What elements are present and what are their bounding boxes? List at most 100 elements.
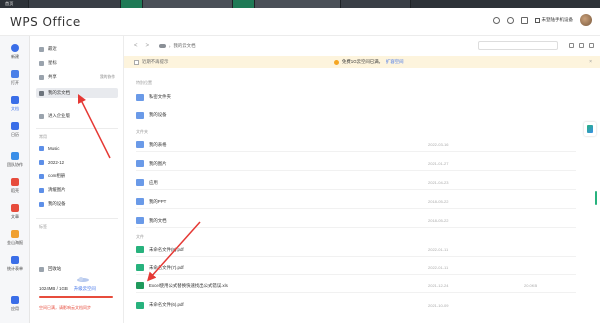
spreadsheet-icon [136, 282, 144, 289]
sync-icon[interactable] [492, 16, 500, 24]
tab-7[interactable] [410, 0, 490, 8]
list-item[interactable]: 我的表格 2022-03-16 [136, 138, 576, 152]
rail-label: 金山海报 [7, 240, 23, 245]
rail-calendar[interactable]: 日历 [0, 122, 30, 138]
forward-button[interactable]: > [146, 43, 150, 49]
device-link[interactable]: 未登陆手机设备 [534, 17, 574, 23]
upgrade-link[interactable]: 升级云空间 [74, 286, 96, 292]
upload-icon[interactable] [589, 43, 594, 48]
folder-icon [136, 198, 144, 205]
tab-6[interactable] [340, 0, 410, 8]
item-date: 2022-01-11 [428, 265, 449, 270]
item-name: 未命名文件(7).pdf [149, 264, 184, 270]
sidebar-item-label: 我的云文档 [48, 90, 70, 95]
filter-icon[interactable] [569, 43, 574, 48]
divider [36, 128, 118, 129]
folder-icon [39, 187, 44, 193]
rail-label: 稻壳 [11, 188, 19, 193]
list-item[interactable]: 我的PPT 2018-05-22 [136, 195, 576, 209]
sidebar-item-label: 回收站 [48, 266, 62, 271]
cloud-icon [159, 44, 167, 48]
sidebar-folder[interactable]: 2022-12 [36, 157, 118, 167]
item-name: 私密文件夹 [149, 94, 171, 99]
sidebar-folder[interactable]: 我的设备 [36, 199, 118, 209]
sidebar-item-recent[interactable]: 最近 [36, 44, 118, 54]
folder-icon [136, 160, 144, 167]
clock-icon [39, 46, 44, 52]
poster-icon [11, 230, 19, 238]
pdf-icon [136, 301, 144, 309]
list-item[interactable]: Excel使用公式替换快速找出公式错误.xls 2021-12-24 20.0K… [136, 279, 576, 293]
rail-open[interactable]: 打开 [0, 70, 30, 86]
section-common: 常用 [39, 134, 47, 139]
list-item[interactable]: 未命名文件(7).pdf 2022-01-11 [136, 261, 576, 275]
sidebar-item-enterprise[interactable]: 进入企业版 [36, 111, 118, 121]
sidebar-item-cloud[interactable]: 我的云文档 [36, 88, 118, 98]
breadcrumb-item[interactable]: 我的云文档 [174, 43, 196, 49]
header-actions: 未登陆手机设备 [492, 14, 592, 26]
folder-icon [136, 179, 144, 186]
folder-icon [39, 145, 44, 151]
settings-icon[interactable] [520, 16, 528, 24]
sidebar-item-label: 最近 [48, 46, 57, 51]
scrollbar[interactable] [595, 191, 597, 205]
sidebar-item-recycle[interactable]: 回收站 [36, 264, 118, 274]
tab-4[interactable] [232, 0, 254, 8]
skin-icon[interactable] [506, 16, 514, 24]
tab-5[interactable] [254, 0, 340, 8]
floating-app-icon[interactable] [584, 122, 596, 136]
list-view-icon[interactable] [579, 43, 584, 48]
phone-icon [534, 17, 540, 23]
form-icon [11, 256, 19, 264]
rail-new[interactable]: 新建 [0, 44, 30, 60]
dont-remind-checkbox[interactable] [134, 59, 139, 65]
sidebar-folder[interactable]: com相册 [36, 171, 118, 181]
rail-article[interactable]: 文章 [0, 204, 30, 220]
sidebar-item-sub[interactable]: 我的协作 [100, 75, 118, 80]
expand-space-link[interactable]: 扩容空间 [386, 59, 404, 65]
back-button[interactable]: < [134, 43, 138, 49]
tab-3[interactable] [142, 0, 232, 8]
avatar[interactable] [580, 14, 592, 26]
close-icon[interactable]: × [589, 59, 592, 65]
list-item[interactable]: 我的文档 2018-05-22 [136, 214, 576, 228]
section-tags: 标签 [39, 224, 47, 229]
item-date: 2021-10-09 [428, 302, 449, 308]
list-item[interactable]: 我的图片 2021-01-27 [136, 157, 576, 171]
folder-icon [39, 159, 44, 165]
home-tab[interactable]: 首页 [0, 1, 28, 7]
main-panel: < > › 我的云文档 近期不再提示 免费1G云空间已满， 扩容空间 × 特别位… [124, 36, 600, 323]
list-item[interactable]: 私密文件夹 [136, 90, 576, 104]
sidebar-folder[interactable]: Music [36, 143, 118, 153]
rail-docer[interactable]: 稻壳 [0, 178, 30, 194]
list-item[interactable]: 我的设备 [136, 108, 576, 122]
sidebar-item-shared[interactable]: 共享 我的协作 [36, 72, 118, 82]
list-item[interactable]: 应用 2021-04-23 [136, 176, 576, 190]
banner-text: 免费1G云空间已满， [342, 59, 383, 64]
sidebar-folder[interactable]: 清缓图片 [36, 185, 118, 195]
device-link-label: 未登陆手机设备 [541, 17, 574, 22]
storage-used: 1024MB / 1GB [39, 286, 68, 291]
rail-form[interactable]: 统计表单 [0, 256, 30, 272]
rail-label: 文档 [11, 106, 19, 111]
tab-1[interactable] [28, 0, 120, 8]
list-item[interactable]: 未命名文件(6).pdf 2021-10-09 [136, 298, 576, 312]
pdf-icon [136, 264, 144, 271]
storage-info: 1024MB / 1GB 升级云空间 [39, 286, 96, 292]
item-name: 我的设备 [149, 112, 167, 117]
rail-docs[interactable]: 文档 [0, 96, 30, 112]
item-name: 我的PPT [149, 198, 167, 204]
sidebar-item-star[interactable]: 星标 [36, 58, 118, 68]
search-input[interactable] [478, 41, 558, 50]
divider [36, 218, 118, 219]
folder-icon [11, 70, 19, 78]
tab-2[interactable] [120, 0, 142, 8]
rail-poster[interactable]: 金山海报 [0, 230, 30, 246]
sidebar-folder-label: Music [48, 145, 60, 151]
sidebar-item-label: 进入企业版 [48, 113, 70, 118]
list-item[interactable]: 未命名文件(8).pdf 2022-01-11 [136, 243, 576, 257]
item-name: 我的表格 [149, 141, 167, 147]
rail-team[interactable]: 团队协作 [0, 152, 30, 168]
item-name: 我的文档 [149, 217, 167, 223]
rail-apps[interactable]: 应用 [0, 296, 30, 312]
